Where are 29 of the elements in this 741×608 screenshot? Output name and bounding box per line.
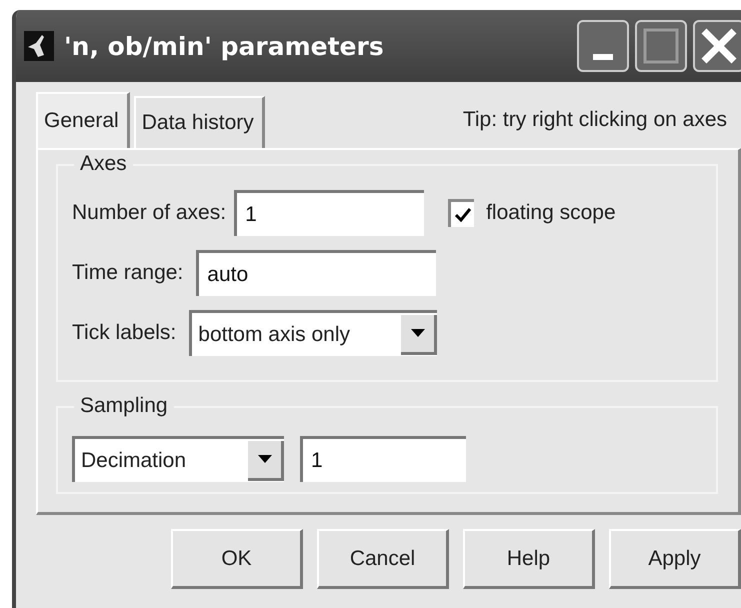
field-label: Tick labels: [72,321,176,345]
caret-icon [258,455,272,463]
input-field[interactable]: auto [196,250,436,296]
tab[interactable]: Data history [134,96,265,148]
field-label: Number of axes: [72,201,226,225]
check-icon [454,208,471,222]
tab[interactable]: General [36,92,130,148]
tip-text: Tip: try right clicking on axes [462,108,727,133]
dialog-button[interactable]: Cancel [317,529,449,589]
minimize-icon [593,54,613,60]
checkbox-label: floating scope [486,201,616,225]
close-icon [701,28,737,64]
maximize-icon [643,28,679,64]
checkbox[interactable] [448,199,474,227]
dropdown[interactable]: bottom axis only [189,310,438,356]
window-title: 'n, ob/min' parameters [64,32,385,60]
app-icon [24,31,54,61]
input-field[interactable]: 1 [300,436,466,482]
dropdown[interactable]: Decimation [72,436,284,482]
close-button[interactable] [693,20,741,72]
input-field[interactable]: 1 [234,190,424,236]
maximize-button[interactable] [635,20,687,72]
dialog-button[interactable]: Apply [609,529,741,589]
field-label: Time range: [72,261,184,285]
caret-icon [410,329,425,337]
dialog-button[interactable]: Help [463,529,595,589]
minimize-button[interactable] [577,20,629,72]
dialog-button[interactable]: OK [171,529,303,589]
group-title: Sampling [74,394,174,418]
